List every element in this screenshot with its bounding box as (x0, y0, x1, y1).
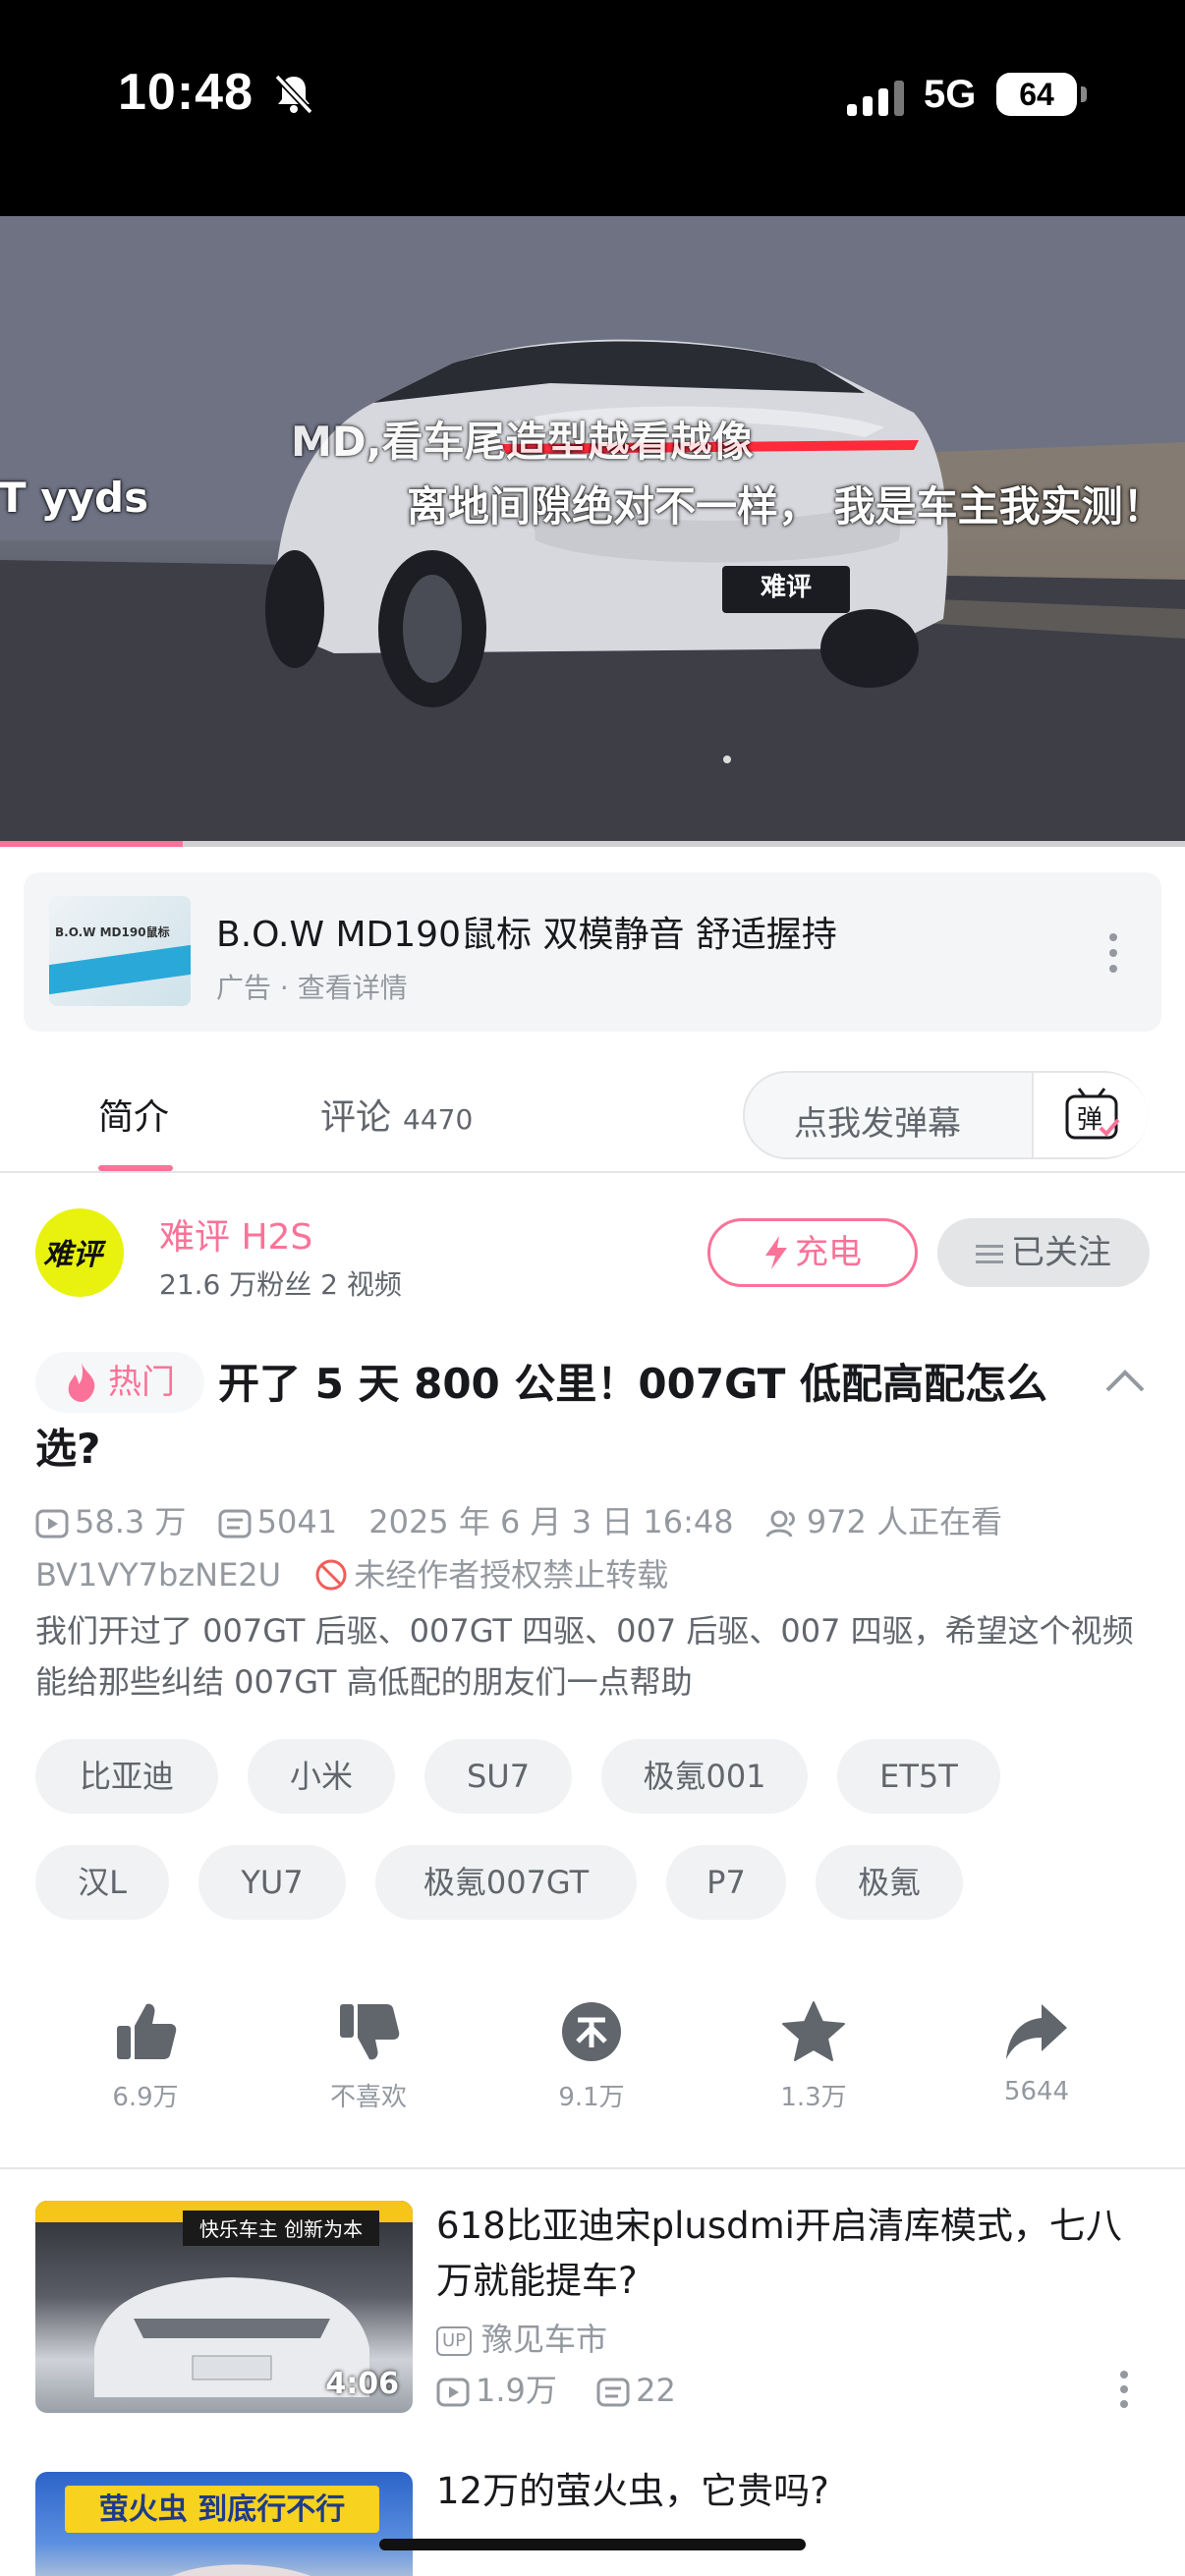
avatar-text: 难评 (43, 1238, 102, 1272)
play-count-icon (436, 2378, 470, 2407)
favorite-button[interactable]: 1.3万 (745, 2000, 882, 2113)
tag-chip[interactable]: SU7 (424, 1739, 572, 1814)
rec-danmaku-count: 22 (636, 2372, 676, 2409)
coin-icon (562, 2002, 621, 2061)
tab-active-indicator (98, 1165, 173, 1171)
tag-chip[interactable]: 极氪007GT (375, 1845, 637, 1920)
ad-thumb-text: B.O.W MD190鼠标 (55, 925, 170, 939)
follow-button[interactable]: 已关注 (937, 1218, 1150, 1287)
tag-chip[interactable]: 极氪001 (601, 1739, 808, 1814)
menu-lines-icon (976, 1245, 1003, 1263)
rec-thumb-text: 萤火虫 到底行不行 (99, 2492, 345, 2527)
danmaku-comment: 离地间隙绝对不一样， 我是车主我实测！ (407, 482, 1164, 531)
rec-video-title[interactable]: 12万的萤火虫，它贵吗? (436, 2464, 1144, 2519)
bvid[interactable]: BV1VY7bzNE2U (35, 1556, 281, 1594)
video-duration: 4:06 (325, 2367, 399, 2401)
lightning-icon (765, 1236, 787, 1269)
play-count-icon (35, 1509, 69, 1539)
share-icon (1006, 2004, 1067, 2059)
up-badge: UP (436, 2326, 473, 2356)
danmaku-count: 5041 (256, 1503, 338, 1540)
danmaku-settings-button[interactable]: 弹 (1032, 1073, 1148, 1157)
status-time: 10:48 (118, 64, 254, 121)
coin-button[interactable]: 9.1万 (523, 2000, 660, 2113)
uploader-name[interactable]: 难评 H2S (159, 1208, 312, 1260)
viewers-icon (765, 1510, 795, 1538)
detail-tabs: 简介 评论 4470 点我发弹幕 弹 (0, 1055, 1185, 1173)
rec-video-thumbnail[interactable]: 快乐车主 创新为本 4:06 (35, 2201, 413, 2413)
watching-count: 972 人正在看 (806, 1503, 1003, 1540)
no-repost-icon (315, 1559, 347, 1591)
more-vertical-icon[interactable] (1106, 931, 1120, 975)
copyright-notice: 未经作者授权禁止转载 (354, 1556, 669, 1594)
comments-count: 4470 (403, 1103, 474, 1136)
rec-thumb-image: 萤火虫 到底行不行 (65, 2486, 379, 2576)
video-title: 开了 5 天 800 公里！007GT 低配高配怎么选? (35, 1360, 1048, 1473)
chevron-up-icon[interactable] (1104, 1368, 1146, 1393)
rec-uploader-name: 豫见车市 (481, 2321, 608, 2358)
more-vertical-icon[interactable] (1118, 2370, 1130, 2409)
tag-chip[interactable]: YU7 (198, 1845, 346, 1920)
tag-chip[interactable]: 汉L (35, 1845, 169, 1920)
like-button[interactable]: 6.9万 (77, 2000, 214, 2113)
uploader-avatar[interactable]: 难评 (35, 1208, 124, 1297)
rec-thumb-text: 快乐车主 创新为本 (199, 2217, 363, 2241)
rec-view-count: 1.9万 (476, 2372, 557, 2409)
charge-label: 充电 (795, 1233, 862, 1272)
tag-chip[interactable]: 小米 (248, 1739, 395, 1814)
danmaku-tv-icon: 弹 (1065, 1088, 1120, 1140)
thumbs-down-icon (340, 2004, 400, 2060)
rec-stats: 1.9万 22 (436, 2366, 676, 2411)
ad-subtitle: 广告 · 查看详情 (216, 972, 408, 1004)
danmaku-comment: MD,看车尾造型越看越像 (291, 418, 754, 466)
star-icon (782, 2001, 845, 2061)
video-meta: 58.3 万 5041 2025 年 6 月 3 日 16:48 972 人正在… (35, 1497, 1002, 1542)
battery-level: 64 (996, 73, 1087, 116)
like-count: 6.9万 (112, 2083, 179, 2112)
video-description: 我们开过了 007GT 后驱、007GT 四驱、007 后驱、007 四驱，希望… (35, 1612, 1134, 1701)
tag-chip[interactable]: P7 (666, 1845, 786, 1920)
share-count: 5644 (1003, 2077, 1070, 2106)
publish-date: 2025 年 6 月 3 日 16:48 (368, 1503, 734, 1540)
status-bar: 10:48 5G 64 (0, 0, 1185, 216)
dislike-button[interactable]: 不喜欢 (300, 2000, 437, 2113)
share-button[interactable]: 5644 (968, 2000, 1105, 2106)
view-count: 58.3 万 (75, 1503, 187, 1540)
svg-text:弹: 弹 (1077, 1105, 1102, 1135)
bvid-row: BV1VY7bzNE2U 未经作者授权禁止转载 (35, 1550, 668, 1596)
danmaku-count-icon (596, 2378, 630, 2407)
license-plate: 难评 (761, 573, 812, 602)
danmaku-placeholder: 点我发弹幕 (794, 1104, 961, 1144)
danmaku-input[interactable]: 点我发弹幕 弹 (743, 1071, 1148, 1159)
thumbs-up-icon (117, 2003, 177, 2059)
coin-count: 9.1万 (558, 2083, 625, 2112)
video-player[interactable]: 难评 MD,看车尾造型越看越像 T yyds 离地间隙绝对不一样， 我是车主我实… (0, 216, 1185, 845)
tag-chip[interactable]: 比亚迪 (35, 1739, 218, 1814)
rec-video-title[interactable]: 618比亚迪宋plusdmi开启清库模式，七八万就能提车? (436, 2199, 1144, 2309)
rec-video-thumbnail[interactable]: 萤火虫 到底行不行 (35, 2472, 413, 2576)
video-progress-fill (0, 841, 183, 847)
follow-label: 已关注 (1011, 1233, 1111, 1272)
danmaku-comment: T yyds (0, 474, 149, 522)
tab-comments[interactable]: 评论 4470 (320, 1089, 473, 1140)
ad-title: B.O.W MD190鼠标 双模静音 舒适握持 (216, 915, 837, 955)
tab-intro[interactable]: 简介 (98, 1089, 169, 1140)
charge-button[interactable]: 充电 (707, 1218, 918, 1287)
network-type: 5G (924, 73, 977, 116)
danmaku-count-icon (218, 1509, 252, 1539)
favorite-count: 1.3万 (780, 2083, 847, 2112)
tag-chip[interactable]: 极氪 (816, 1845, 963, 1920)
dislike-label: 不喜欢 (329, 2083, 407, 2112)
bell-slash-icon (274, 74, 313, 115)
section-divider (0, 2167, 1185, 2169)
tag-chip[interactable]: ET5T (837, 1739, 1000, 1814)
tab-comments-label: 评论 (320, 1097, 392, 1138)
cellular-signal-icon (847, 81, 904, 116)
ad-thumbnail: B.O.W MD190鼠标 (49, 896, 191, 1006)
home-indicator[interactable] (379, 2539, 806, 2550)
uploader-stats: 21.6 万粉丝 2 视频 (159, 1268, 402, 1301)
rec-uploader[interactable]: UP 豫见车市 (436, 2315, 607, 2360)
ad-banner[interactable]: B.O.W MD190鼠标 B.O.W MD190鼠标 双模静音 舒适握持 广告… (24, 872, 1161, 1032)
